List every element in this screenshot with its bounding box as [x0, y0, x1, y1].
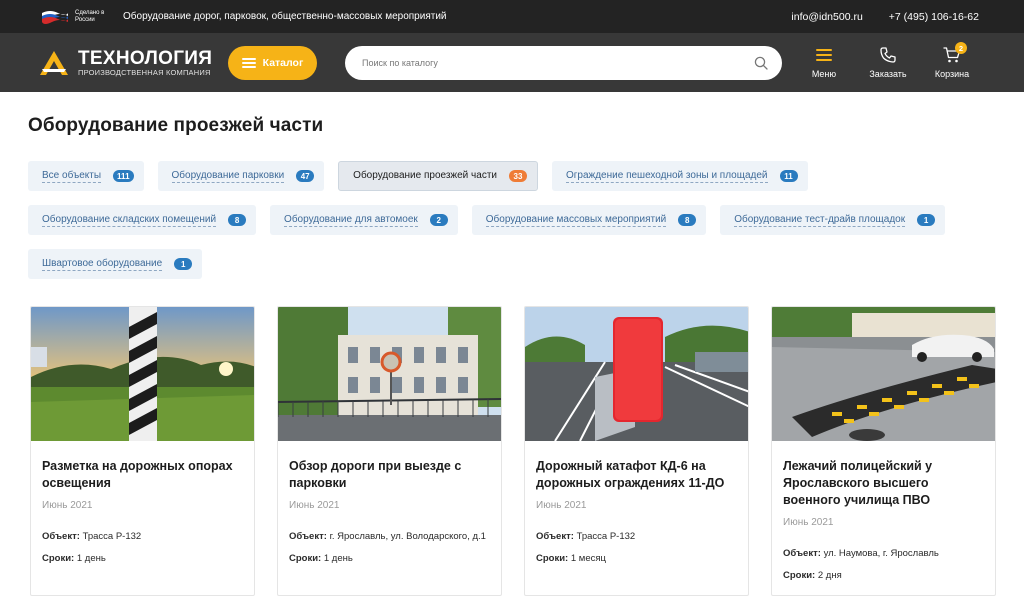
filter-chips: Все объекты 111 Оборудование парковки 47…: [28, 161, 978, 279]
menu-label: Меню: [811, 69, 837, 79]
search-icon[interactable]: [754, 56, 768, 70]
made-in-russia-text: Сделано в России: [75, 9, 105, 23]
russia-flag-icon: [42, 10, 68, 24]
card-term: Сроки: 1 день: [289, 553, 353, 564]
email-link[interactable]: info@idn500.ru: [791, 11, 862, 23]
card-title: Лежачий полицейский у Ярославского высше…: [783, 459, 933, 507]
search-input[interactable]: [362, 57, 754, 68]
card-object: Объект: г. Ярославль, ул. Володарского, …: [289, 531, 486, 542]
menu-button[interactable]: Меню: [792, 46, 856, 79]
logo-title: ТЕХНОЛОГИЯ: [78, 47, 213, 69]
project-card[interactable]: Обзор дороги при выезде с парковки Июнь …: [277, 306, 502, 596]
card-date: Июнь 2021: [289, 500, 340, 511]
card-title: Дорожный катафот КД-6 на дорожных огражд…: [536, 459, 725, 490]
project-card[interactable]: Разметка на дорожных опорах освещения Ию…: [30, 306, 255, 596]
filter-roadway[interactable]: Оборудование проезжей части 33: [338, 161, 538, 191]
card-term: Сроки: 1 день: [42, 553, 106, 564]
filter-count-badge: 8: [228, 214, 247, 226]
hamburger-icon: [241, 57, 256, 68]
project-photo: [31, 307, 254, 441]
catalog-button[interactable]: Каталог: [228, 45, 317, 80]
site-description: Оборудование дорог, парковок, общественн…: [123, 11, 447, 22]
card-object: Объект: Трасса Р-132: [536, 531, 636, 542]
logo-mark-icon: [40, 50, 68, 75]
filter-count-badge: 33: [508, 170, 527, 182]
order-call-button[interactable]: Заказать: [856, 46, 920, 79]
filter-count-badge: 1: [174, 258, 193, 270]
filter-mooring[interactable]: Швартовое оборудование 1: [28, 249, 203, 279]
filter-parking[interactable]: Оборудование парковки 47: [157, 161, 325, 191]
menu-icon: [816, 49, 832, 61]
phone-icon: [880, 47, 896, 63]
project-card[interactable]: Дорожный катафот КД-6 на дорожных огражд…: [524, 306, 749, 596]
filter-count-badge: 11: [779, 170, 798, 182]
card-date: Июнь 2021: [536, 500, 587, 511]
logo-subtitle: ПРОИЗВОДСТВЕННАЯ КОМПАНИЯ: [78, 67, 211, 77]
cart-button[interactable]: 2 Корзина: [920, 42, 984, 79]
project-photo: [525, 307, 748, 441]
filter-count-badge: 111: [113, 170, 134, 182]
card-title: Разметка на дорожных опорах освещения: [42, 459, 233, 490]
order-call-label: Заказать: [869, 69, 907, 79]
card-title: Обзор дороги при выезде с парковки: [289, 459, 462, 490]
cart-count-badge: 2: [955, 42, 967, 54]
made-in-russia-badge: Сделано в России: [40, 9, 109, 25]
card-date: Июнь 2021: [783, 517, 834, 528]
page-title: Оборудование проезжей части: [28, 115, 324, 136]
card-date: Июнь 2021: [42, 500, 93, 511]
logo[interactable]: ТЕХНОЛОГИЯ ПРОИЗВОДСТВЕННАЯ КОМПАНИЯ: [38, 49, 228, 77]
cart-label: Корзина: [934, 69, 970, 79]
project-card[interactable]: Лежачий полицейский у Ярославского высше…: [771, 306, 996, 596]
filter-count-badge: 1: [917, 214, 936, 226]
filter-count-badge: 8: [678, 214, 697, 226]
card-term: Сроки: 2 дня: [783, 570, 842, 581]
project-cards: Разметка на дорожных опорах освещения Ию…: [28, 306, 996, 596]
catalog-button-label: Каталог: [262, 56, 304, 69]
main-content: Оборудование проезжей части Все объекты …: [0, 115, 1024, 596]
project-photo: [278, 307, 501, 441]
filter-count-badge: 2: [429, 214, 448, 226]
phone-link[interactable]: +7 (495) 106-16-62: [889, 11, 979, 23]
filter-all[interactable]: Все объекты 111: [28, 161, 144, 191]
main-header: ТЕХНОЛОГИЯ ПРОИЗВОДСТВЕННАЯ КОМПАНИЯ Кат…: [0, 33, 1024, 92]
filter-test-drive[interactable]: Оборудование тест-драйв площадок 1: [720, 205, 946, 235]
filter-car-wash[interactable]: Оборудование для автомоек 2: [270, 205, 458, 235]
card-term: Сроки: 1 месяц: [536, 553, 606, 564]
search-bar: [345, 45, 782, 80]
filter-pedestrian-fencing[interactable]: Ограждение пешеходной зоны и площадей 11: [551, 161, 808, 191]
filter-count-badge: 47: [296, 170, 315, 182]
filter-warehouse[interactable]: Оборудование складских помещений 8: [28, 205, 257, 235]
project-photo: [772, 307, 995, 441]
filter-mass-events[interactable]: Оборудование массовых мероприятий 8: [471, 205, 707, 235]
top-bar: Сделано в России Оборудование дорог, пар…: [0, 0, 1024, 33]
card-object: Объект: ул. Наумова, г. Ярославль: [783, 548, 939, 559]
card-object: Объект: Трасса Р-132: [42, 531, 142, 542]
